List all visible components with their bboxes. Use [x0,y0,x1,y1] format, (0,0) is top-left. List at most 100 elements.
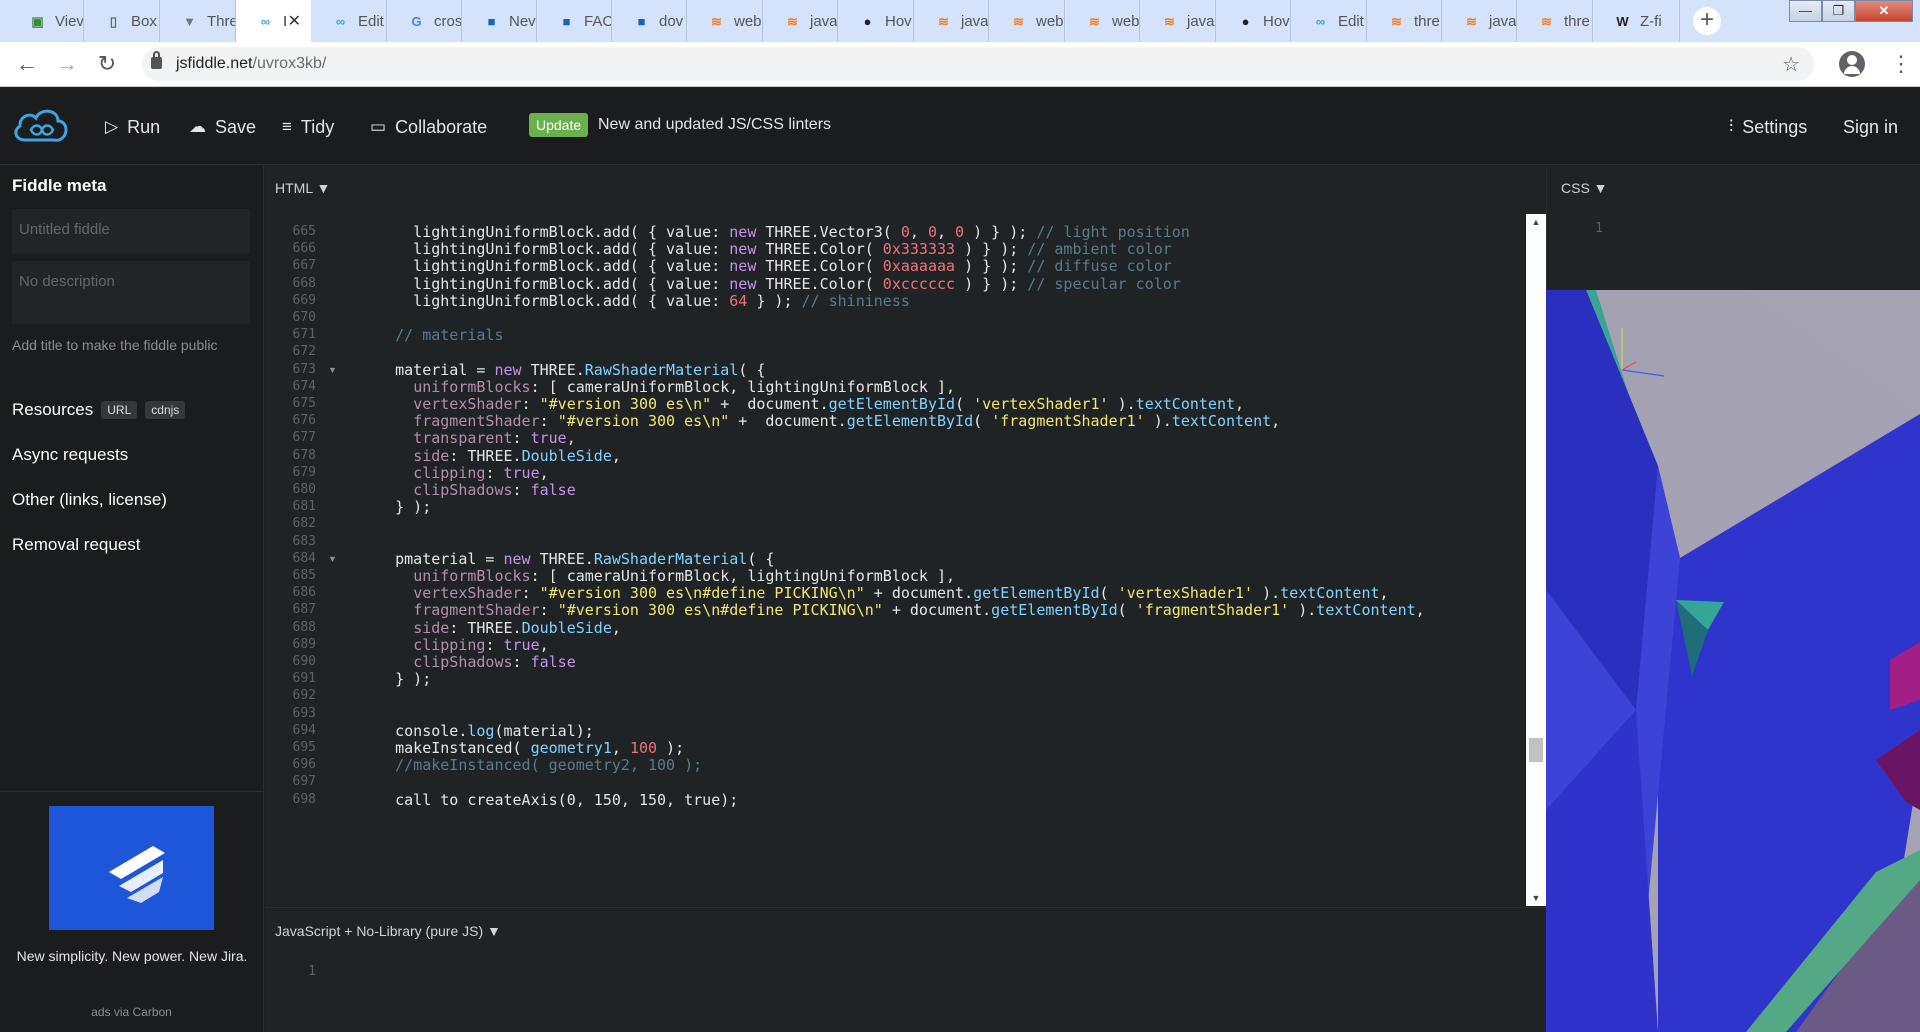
code-line[interactable]: //makeInstanced( geometry2, 100 ); [359,756,702,774]
browser-tab[interactable]: ≋ web [687,0,763,42]
browser-tab[interactable]: ∞ I ✕ [236,0,311,42]
settings-button[interactable]: ⫶ Settings [1729,115,1807,139]
browser-tab[interactable]: ■ FAC [537,0,612,42]
threejs-render-canvas[interactable] [1546,290,1920,1032]
browser-tab[interactable]: ≋ thre [1517,0,1593,42]
code-line[interactable]: lightingUniformBlock.add( { value: 64 } … [359,292,910,310]
browser-tab[interactable]: ● Hov [838,0,914,42]
code-line[interactable]: clipShadows: false [359,481,576,499]
run-button[interactable]: ▷ Run [105,115,160,139]
browser-tab[interactable]: ▼ Thre [160,0,236,42]
css-panel-label[interactable]: CSS ▼ [1561,180,1608,196]
code-line[interactable]: material = new THREE.RawShaderMaterial( … [359,361,765,379]
async-requests-item[interactable]: Async requests [12,445,128,465]
update-text[interactable]: New and updated JS/CSS linters [598,116,831,134]
browser-tab[interactable]: ≋ web [1065,0,1140,42]
code-token: material = [359,360,495,379]
ad-via-carbon[interactable]: ads via Carbon [0,1005,263,1019]
update-badge[interactable]: Update [529,113,589,137]
code-line[interactable]: uniformBlocks: [ cameraUniformBlock, lig… [359,567,955,585]
browser-tab[interactable]: ≋ web [989,0,1065,42]
code-line[interactable]: clipShadows: false [359,653,576,671]
code-line[interactable]: side: THREE.DoubleSide, [359,619,621,637]
browser-tab[interactable]: ▣ Viev [8,0,84,42]
code-line[interactable]: } ); [359,498,431,516]
code-line[interactable]: side: THREE.DoubleSide, [359,447,621,465]
browser-tab[interactable]: ≋ java [1442,0,1517,42]
bookmark-star-icon[interactable]: ☆ [1782,52,1800,77]
scroll-up-arrow-icon[interactable]: ▲ [1526,217,1546,227]
tidy-button[interactable]: ≡ Tidy [282,115,334,139]
code-line[interactable]: makeInstanced( geometry1, 100 ); [359,739,684,757]
code-line[interactable]: vertexShader: "#version 300 es\n#define … [359,584,1388,603]
new-tab-button[interactable]: + [1693,7,1721,35]
code-line[interactable]: lightingUniformBlock.add( { value: new T… [359,240,1172,258]
line-number: 687 [292,602,316,618]
browser-tab[interactable]: ■ dov [612,0,687,42]
jira-ad-image[interactable] [49,806,214,930]
browser-tab[interactable]: ≋ java [1140,0,1216,42]
code-line[interactable]: lightingUniformBlock.add( { value: new T… [359,257,1172,275]
html-editor-scrollbar[interactable]: ▲ ▼ [1526,214,1546,906]
resources-item[interactable]: Resources URL cdnjs [12,400,186,420]
removal-request-item[interactable]: Removal request [12,535,141,555]
reload-icon[interactable]: ↻ [93,50,121,78]
code-line[interactable]: clipping: true, [359,464,548,482]
browser-tab[interactable]: ▯ Box [84,0,160,42]
html-code-area[interactable]: 665 lightingUniformBlock.add( { value: n… [265,214,1526,906]
code-line[interactable]: uniformBlocks: [ cameraUniformBlock, lig… [359,378,955,396]
fold-arrow-icon[interactable]: ▼ [328,554,337,564]
other-links-license-item[interactable]: Other (links, license) [12,490,167,510]
browser-menu-icon[interactable]: ⋮ [1890,50,1912,78]
save-button[interactable]: ☁ Save [189,115,256,139]
resource-url-badge[interactable]: URL [101,401,138,419]
code-line[interactable]: clipping: true, [359,636,548,654]
window-maximize-button[interactable]: ❐ [1822,0,1855,22]
sign-in-link[interactable]: Sign in [1843,115,1898,139]
window-close-button[interactable]: ✕ [1855,0,1913,22]
back-icon[interactable]: ← [13,50,41,78]
code-line[interactable]: fragmentShader: "#version 300 es\n#defin… [359,601,1424,619]
browser-tab[interactable]: ■ Nev [462,0,537,42]
fiddle-description-input[interactable]: No description [12,261,250,324]
html-editor-panel[interactable]: HTML ▼ 665 lightingUniformBlock.add( { v… [265,166,1546,906]
browser-tab[interactable]: ≋ thre [1367,0,1442,42]
browser-tab[interactable]: ≋ java [914,0,989,42]
fold-arrow-icon[interactable]: ▼ [328,365,337,375]
code-token: getElementById [973,584,1100,603]
code-line[interactable]: // materials [359,326,503,344]
scroll-down-arrow-icon[interactable]: ▼ [1526,893,1546,903]
css-editor-panel[interactable]: CSS ▼ 1 [1546,166,1920,290]
code-line[interactable]: vertexShader: "#version 300 es\n" + docu… [359,395,1244,413]
code-line[interactable]: } ); [359,670,431,688]
browser-tab[interactable]: ● Hov [1216,0,1291,42]
collaborate-button[interactable]: ▭ Collaborate [370,115,487,139]
code-line[interactable]: fragmentShader: "#version 300 es\n" + do… [359,412,1280,430]
browser-tab[interactable]: ∞ Edit [311,0,387,42]
code-line[interactable]: lightingUniformBlock.add( { value: new T… [359,275,1181,293]
browser-tab[interactable]: W Z-fi [1593,0,1680,42]
javascript-editor-panel[interactable]: JavaScript + No-Library (pure JS) ▼ 1 [265,907,1546,1032]
code-line[interactable]: call to createAxis(0, 150, 150, true); [359,791,738,809]
url-text[interactable]: jsfiddle.net/uvrox3kb/ [176,55,326,73]
browser-tab[interactable]: Gcros [387,0,462,42]
browser-tab[interactable]: ≋ java [763,0,838,42]
ad-text[interactable]: New simplicity. New power. New Jira. [16,946,248,967]
profile-icon[interactable] [1839,51,1865,77]
code-line[interactable]: pmaterial = new THREE.RawShaderMaterial(… [359,550,774,568]
window-minimize-button[interactable]: — [1789,0,1822,22]
scrollbar-thumb[interactable] [1529,738,1543,762]
code-line[interactable]: lightingUniformBlock.add( { value: new T… [359,223,1190,241]
code-line[interactable]: console.log(material); [359,722,594,740]
html-panel-label[interactable]: HTML ▼ [275,180,330,196]
resource-cdnjs-badge[interactable]: cdnjs [145,401,186,419]
close-tab-icon[interactable]: ✕ [288,11,301,31]
browser-tab[interactable]: ∞ Edit [1291,0,1367,42]
url-field[interactable]: jsfiddle.net/uvrox3kb/ ☆ [142,47,1814,81]
code-line[interactable]: transparent: true, [359,429,576,447]
js-panel-label[interactable]: JavaScript + No-Library (pure JS) ▼ [275,923,501,939]
jsfiddle-logo-icon[interactable] [11,104,71,148]
fiddle-title-input[interactable]: Untitled fiddle [12,209,250,254]
result-preview-panel[interactable] [1546,290,1920,1032]
forward-icon[interactable]: → [53,50,81,78]
